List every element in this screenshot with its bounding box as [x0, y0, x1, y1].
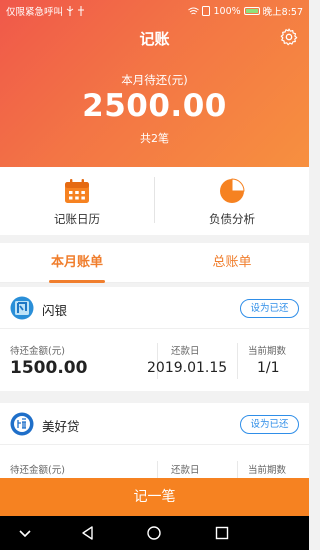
bill-name: 美好贷: [42, 419, 80, 434]
debt-analysis-button[interactable]: 负债分析: [155, 167, 309, 235]
quick-actions: 记账日历 负债分析: [0, 167, 309, 235]
chevron-down-icon[interactable]: [17, 525, 33, 541]
sim-icon: [202, 6, 211, 16]
tab-monthly-bills[interactable]: 本月账单: [0, 243, 154, 283]
battery-percent: 100%: [213, 5, 241, 17]
header: 仅限紧急呼叫 100% 晚上8:57 记账 本月待还(元) 2500.00 共2…: [0, 0, 309, 167]
due-date-label: 还款日: [171, 465, 200, 476]
bill-card-header: 闪银 设为已还: [0, 287, 309, 329]
status-time: 晚上8:57: [262, 7, 303, 18]
due-amount: 2500.00: [82, 88, 227, 124]
status-left-text: 仅限紧急呼叫: [6, 7, 64, 18]
due-date-value: 2019.01.15: [147, 360, 228, 376]
active-tab-indicator: [49, 280, 105, 283]
home-icon[interactable]: [146, 525, 162, 541]
due-count: 共2笔: [140, 132, 169, 145]
calendar-button[interactable]: 记账日历: [0, 167, 154, 235]
due-label: 本月待还(元): [121, 73, 188, 87]
battery-icon: [243, 7, 260, 15]
bill-card-header: 美好贷 设为已还: [0, 403, 309, 445]
back-icon[interactable]: [80, 525, 96, 541]
mark-paid-button[interactable]: 设为已还: [240, 415, 299, 434]
shanyin-logo-icon: [10, 296, 34, 320]
amount-label: 待还金额(元): [10, 346, 65, 357]
recents-icon[interactable]: [214, 525, 230, 541]
bill-card[interactable]: 闪银 设为已还 待还金额(元) 1500.00 还款日 2019.01.15 当…: [0, 287, 309, 391]
wifi-icon: [188, 7, 200, 14]
bill-card[interactable]: 美好贷 设为已还 待还金额(元) 还款日 当前期数: [0, 403, 309, 497]
amount-value: 1500.00: [10, 358, 88, 378]
period-value: 1/1: [257, 360, 280, 376]
bill-name: 闪银: [42, 303, 68, 318]
add-record-button[interactable]: 记一笔: [0, 478, 309, 516]
period-label: 当前期数: [248, 346, 287, 357]
bill-tabs: 本月账单 总账单: [0, 243, 309, 283]
usb-icon: [66, 6, 74, 16]
pie-chart-icon: [220, 178, 245, 203]
usb-debug-icon: [78, 6, 85, 16]
mark-paid-button[interactable]: 设为已还: [240, 299, 299, 318]
amount-label: 待还金额(元): [10, 465, 65, 476]
column-divider: [237, 343, 238, 379]
period-label: 当前期数: [248, 465, 287, 476]
system-nav-bar: [0, 516, 309, 550]
gear-icon[interactable]: [279, 27, 299, 47]
due-date-label: 还款日: [171, 346, 200, 357]
debt-analysis-label: 负债分析: [209, 212, 255, 226]
calendar-icon: [65, 179, 89, 203]
status-bar: 仅限紧急呼叫 100% 晚上8:57: [0, 0, 309, 20]
calendar-label: 记账日历: [54, 212, 100, 226]
page-title: 记账: [139, 30, 170, 48]
tab-all-bills[interactable]: 总账单: [155, 243, 309, 283]
meihaodai-logo-icon: [10, 412, 34, 436]
